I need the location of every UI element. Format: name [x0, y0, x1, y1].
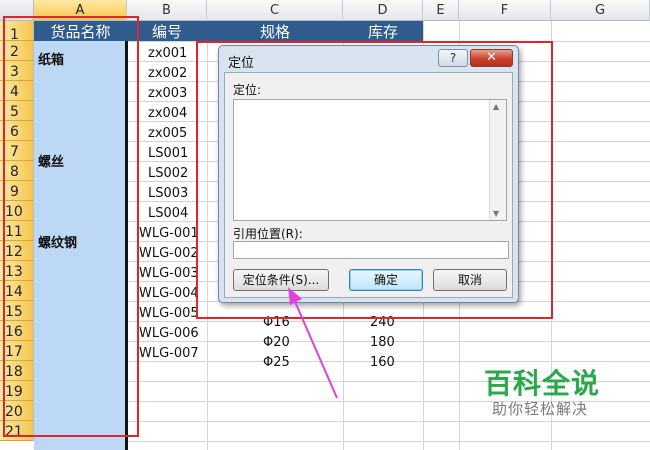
code-cell[interactable]: WLG-002: [139, 242, 199, 262]
reference-label: 引用位置(R):: [233, 227, 303, 241]
code-cell[interactable]: WLG-004: [139, 282, 199, 302]
code-cell[interactable]: WLG-006: [139, 322, 199, 342]
listbox-scrollbar[interactable]: ▲ ▼: [489, 100, 506, 220]
goto-dialog: 定位 ? ✕ 定位: ▲ ▼ 引用位置(R): 定位条件(S)... 确定 取消: [218, 45, 519, 303]
header-cell-code[interactable]: 编号: [127, 21, 207, 41]
stock-cell[interactable]: 160: [370, 351, 395, 371]
ok-button[interactable]: 确定: [349, 269, 423, 291]
code-cell[interactable]: zx004: [148, 102, 187, 122]
reference-input[interactable]: [233, 241, 509, 259]
column-header-c[interactable]: C: [207, 0, 343, 21]
watermark-title: 百科全说: [484, 367, 601, 400]
cancel-button[interactable]: 取消: [433, 269, 507, 291]
header-cell-spec[interactable]: 规格: [207, 21, 343, 41]
code-cell[interactable]: WLG-005: [139, 302, 199, 322]
code-cell[interactable]: LS001: [148, 142, 188, 162]
goto-listbox[interactable]: ▲ ▼: [233, 99, 507, 221]
scroll-up-icon[interactable]: ▲: [493, 102, 499, 111]
code-cell[interactable]: LS004: [148, 202, 188, 222]
code-cell[interactable]: zx003: [148, 82, 187, 102]
help-button[interactable]: ?: [438, 49, 468, 67]
dialog-title: 定位: [228, 56, 255, 71]
column-header-g[interactable]: G: [551, 0, 650, 21]
code-cell[interactable]: WLG-007: [139, 342, 199, 362]
dialog-body: 定位: ▲ ▼ 引用位置(R): 定位条件(S)... 确定 取消: [224, 72, 513, 298]
highlight-column-a: [3, 16, 139, 437]
scroll-down-icon[interactable]: ▼: [493, 209, 499, 218]
code-cell[interactable]: zx001: [148, 42, 187, 62]
column-header-f[interactable]: F: [459, 0, 551, 21]
column-header-e[interactable]: E: [423, 0, 459, 21]
pointer-arrow-icon: [288, 287, 338, 399]
code-cell[interactable]: zx005: [148, 122, 187, 142]
column-header-b[interactable]: B: [127, 0, 207, 21]
code-cell[interactable]: WLG-001: [139, 222, 199, 242]
close-button[interactable]: ✕: [470, 49, 513, 67]
column-header-d[interactable]: D: [343, 0, 423, 21]
code-cell[interactable]: WLG-003: [139, 262, 199, 282]
watermark-subtitle: 助你轻松解决: [492, 400, 589, 418]
goto-label: 定位:: [233, 83, 262, 97]
code-cell[interactable]: LS003: [148, 182, 188, 202]
code-cell[interactable]: LS002: [148, 162, 188, 182]
header-cell-stock[interactable]: 库存: [343, 21, 423, 41]
code-cell[interactable]: zx002: [148, 62, 187, 82]
stock-cell[interactable]: 180: [370, 331, 395, 351]
